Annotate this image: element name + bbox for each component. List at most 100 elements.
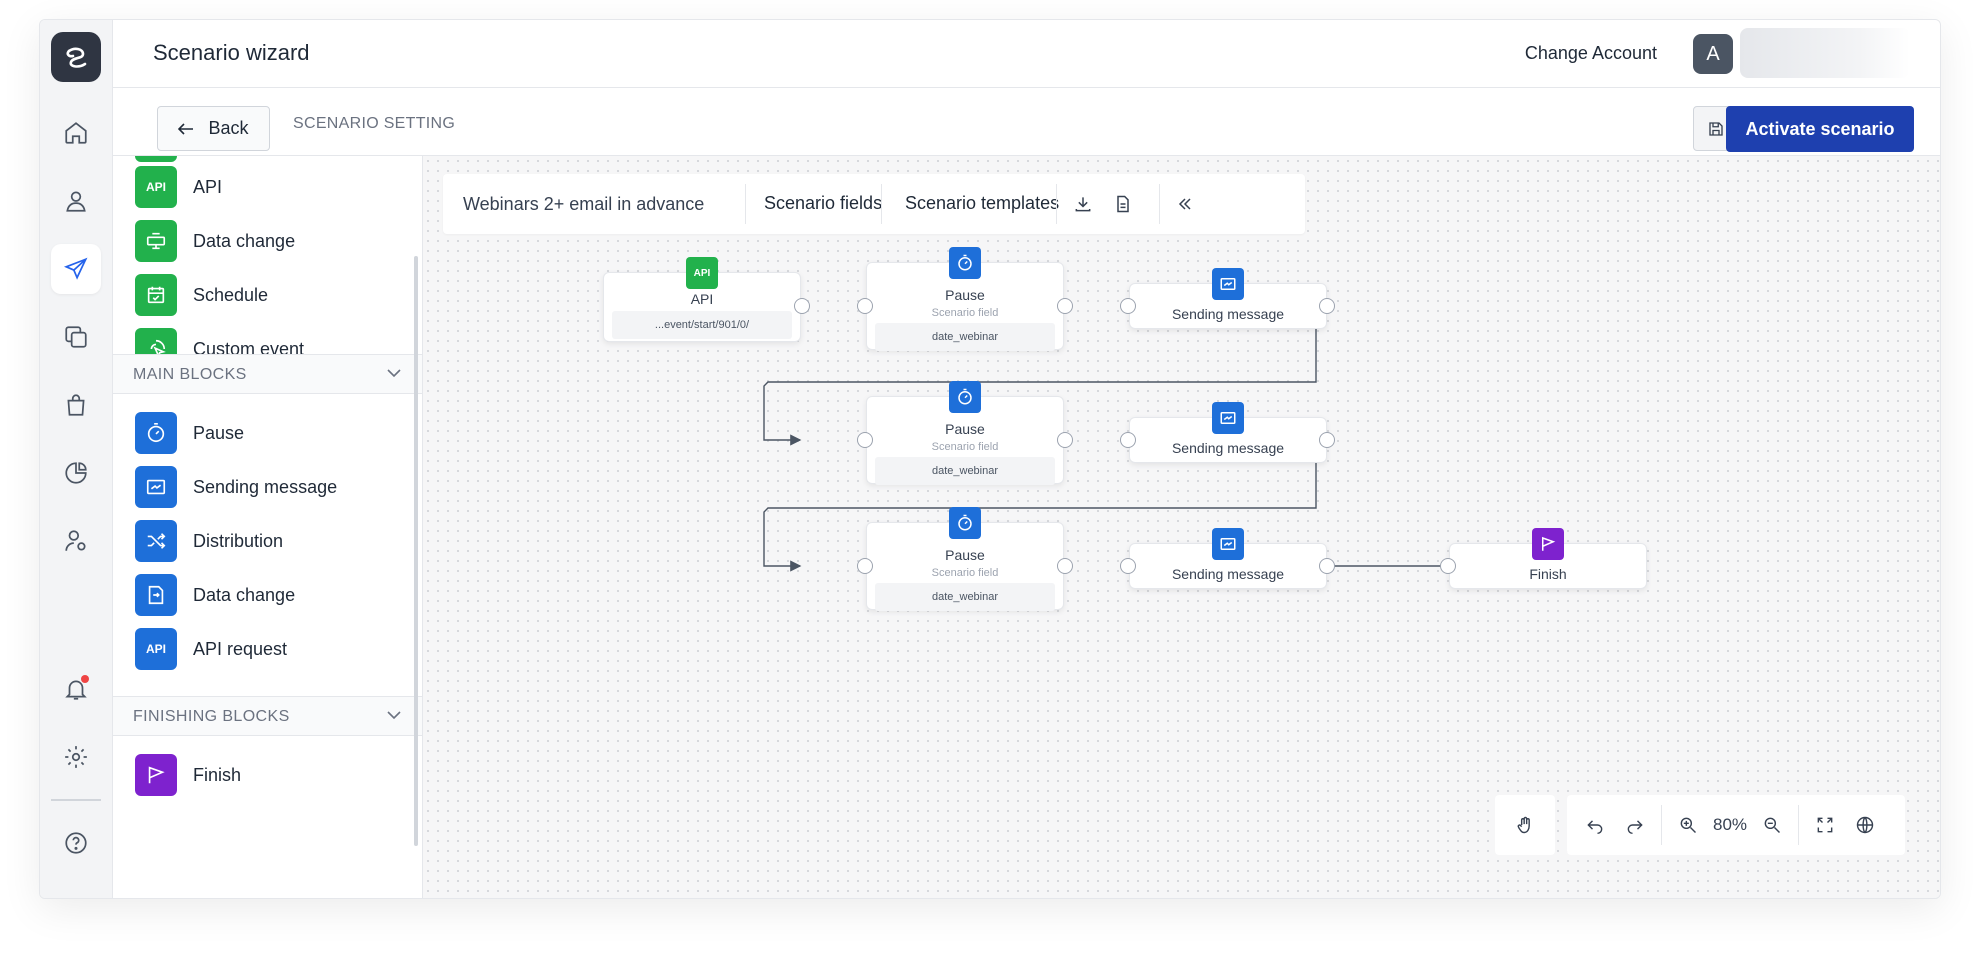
sub-header: Back SCENARIO SETTING Activate scenario: [113, 88, 1940, 156]
block-label: Distribution: [193, 530, 284, 551]
node-pause[interactable]: Pause Scenario field date_webinar: [866, 247, 1064, 351]
zoom-level: 80%: [1712, 815, 1748, 834]
node-output-port[interactable]: [1319, 558, 1335, 574]
block-label: Sending message: [193, 476, 338, 497]
node-sending-message[interactable]: Sending message: [1129, 402, 1327, 463]
scenario-name[interactable]: Webinars 2+ email in advance: [463, 194, 704, 215]
node-title: Finish: [1529, 566, 1567, 582]
node-api[interactable]: API API ...event/start/901/0/: [603, 257, 801, 342]
logo-icon[interactable]: [51, 32, 101, 82]
fit-screen-icon[interactable]: [1805, 805, 1845, 845]
node-title: Sending message: [1171, 306, 1285, 322]
section-main-blocks[interactable]: MAIN BLOCKS: [113, 354, 422, 394]
undo-icon[interactable]: [1575, 805, 1615, 845]
block-label: Pause: [193, 422, 245, 443]
node-sending-message[interactable]: Sending message: [1129, 268, 1327, 329]
tools-divider: [1798, 805, 1799, 845]
block-label: Schedule: [193, 284, 269, 305]
node-output-port[interactable]: [1057, 432, 1073, 448]
hand-icon[interactable]: [1505, 805, 1545, 845]
scenario-fields-button[interactable]: Scenario fields: [764, 193, 882, 214]
node-input-port[interactable]: [857, 432, 873, 448]
help-icon[interactable]: [51, 818, 101, 868]
message-icon: [1212, 268, 1244, 300]
timer-icon: [135, 412, 177, 454]
block-item-data-change-main[interactable]: Data change: [135, 574, 295, 616]
section-title: MAIN BLOCKS: [133, 366, 247, 383]
bell-icon[interactable]: [51, 664, 101, 714]
block-label: Data change: [193, 584, 296, 605]
copy-icon[interactable]: [51, 312, 101, 362]
node-output-port[interactable]: [1057, 298, 1073, 314]
block-item-distribution[interactable]: Distribution: [135, 520, 283, 562]
collapse-icon[interactable]: [1173, 192, 1197, 216]
node-output-port[interactable]: [1319, 298, 1335, 314]
block-item-sending-message[interactable]: Sending message: [135, 466, 337, 508]
user-icon[interactable]: [51, 176, 101, 226]
home-icon[interactable]: [51, 108, 101, 158]
block-item-finish[interactable]: Finish: [135, 754, 241, 796]
block-item-data-change[interactable]: Data change: [135, 220, 295, 262]
globe-icon[interactable]: [1845, 805, 1885, 845]
node-title: Pause: [945, 547, 985, 563]
zoom-in-icon[interactable]: [1668, 805, 1708, 845]
zoom-out-icon[interactable]: [1752, 805, 1792, 845]
node-subtitle: Scenario field: [931, 567, 999, 579]
node-field: ...event/start/901/0/: [612, 311, 792, 339]
node-sending-message[interactable]: Sending message: [1129, 528, 1327, 589]
block-item-pause[interactable]: Pause: [135, 412, 244, 454]
send-icon[interactable]: [51, 244, 101, 294]
block-item-api-request[interactable]: API API request: [135, 628, 287, 670]
activate-scenario-button[interactable]: Activate scenario: [1726, 106, 1914, 152]
pan-tool-panel: [1495, 795, 1555, 855]
redo-icon[interactable]: [1615, 805, 1655, 845]
block-label: API: [193, 176, 223, 197]
node-pause[interactable]: Pause Scenario field date_webinar: [866, 381, 1064, 485]
message-icon: [1212, 528, 1244, 560]
shuffle-icon: [135, 520, 177, 562]
node-output-port[interactable]: [1057, 558, 1073, 574]
toolbar-divider: [745, 184, 746, 224]
node-input-port[interactable]: [1440, 558, 1456, 574]
sidebar-scrollbar[interactable]: [414, 256, 418, 846]
node-title: Pause: [945, 287, 985, 303]
timer-icon: [949, 247, 981, 279]
back-label: Back: [208, 118, 249, 138]
section-subtitle: SCENARIO SETTING: [293, 115, 456, 132]
gear-icon[interactable]: [51, 732, 101, 782]
message-icon: [135, 466, 177, 508]
node-input-port[interactable]: [1120, 558, 1136, 574]
node-output-port[interactable]: [1319, 432, 1335, 448]
back-button[interactable]: Back: [157, 106, 270, 151]
scenario-templates-button[interactable]: Scenario templates: [905, 193, 1059, 214]
node-input-port[interactable]: [1120, 298, 1136, 314]
block-item-schedule[interactable]: Schedule: [135, 274, 268, 316]
document-icon[interactable]: [1111, 192, 1135, 216]
change-account-link[interactable]: Change Account: [1525, 43, 1657, 64]
bag-icon[interactable]: [51, 380, 101, 430]
node-input-port[interactable]: [1120, 432, 1136, 448]
download-icon[interactable]: [1071, 192, 1095, 216]
user-settings-icon[interactable]: [51, 516, 101, 566]
block-item-api[interactable]: API API: [135, 166, 222, 208]
avatar[interactable]: A: [1693, 34, 1733, 74]
node-output-port[interactable]: [794, 298, 810, 314]
toolbar-divider: [881, 184, 882, 224]
top-header: Scenario wizard Change Account A: [113, 20, 1940, 88]
node-input-port[interactable]: [857, 298, 873, 314]
block-label: Finish: [193, 764, 242, 785]
timer-icon: [949, 381, 981, 413]
node-title: Pause: [945, 421, 985, 437]
flow-connectors: [763, 300, 1510, 572]
section-finishing-blocks[interactable]: FINISHING BLOCKS: [113, 696, 422, 736]
pie-chart-icon[interactable]: [51, 448, 101, 498]
node-finish[interactable]: Finish: [1449, 528, 1647, 589]
canvas-toolbar: Webinars 2+ email in advance Scenario fi…: [443, 174, 1305, 234]
node-input-port[interactable]: [857, 558, 873, 574]
scenario-canvas[interactable]: Webinars 2+ email in advance Scenario fi…: [423, 156, 1940, 898]
chevron-down-icon: [387, 369, 401, 378]
blocks-sidebar: API API Data change Schedule Custom even…: [113, 156, 423, 898]
node-pause[interactable]: Pause Scenario field date_webinar: [866, 507, 1064, 611]
partial-block-icon: [135, 156, 177, 162]
rail-divider: [51, 799, 101, 801]
